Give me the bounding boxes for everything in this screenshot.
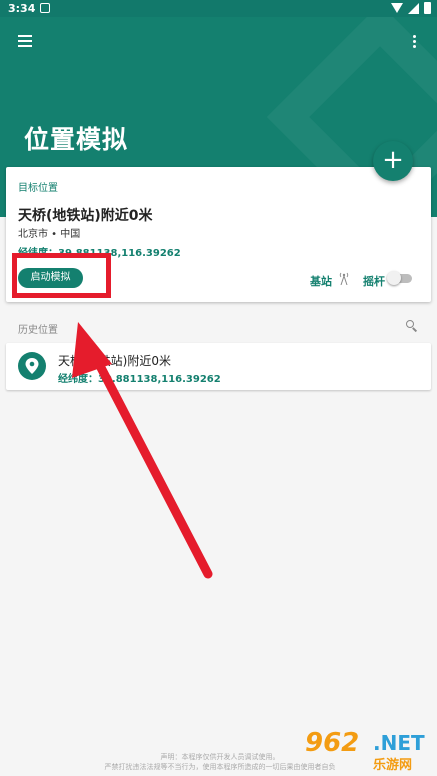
annotation-arrow [72, 322, 213, 579]
